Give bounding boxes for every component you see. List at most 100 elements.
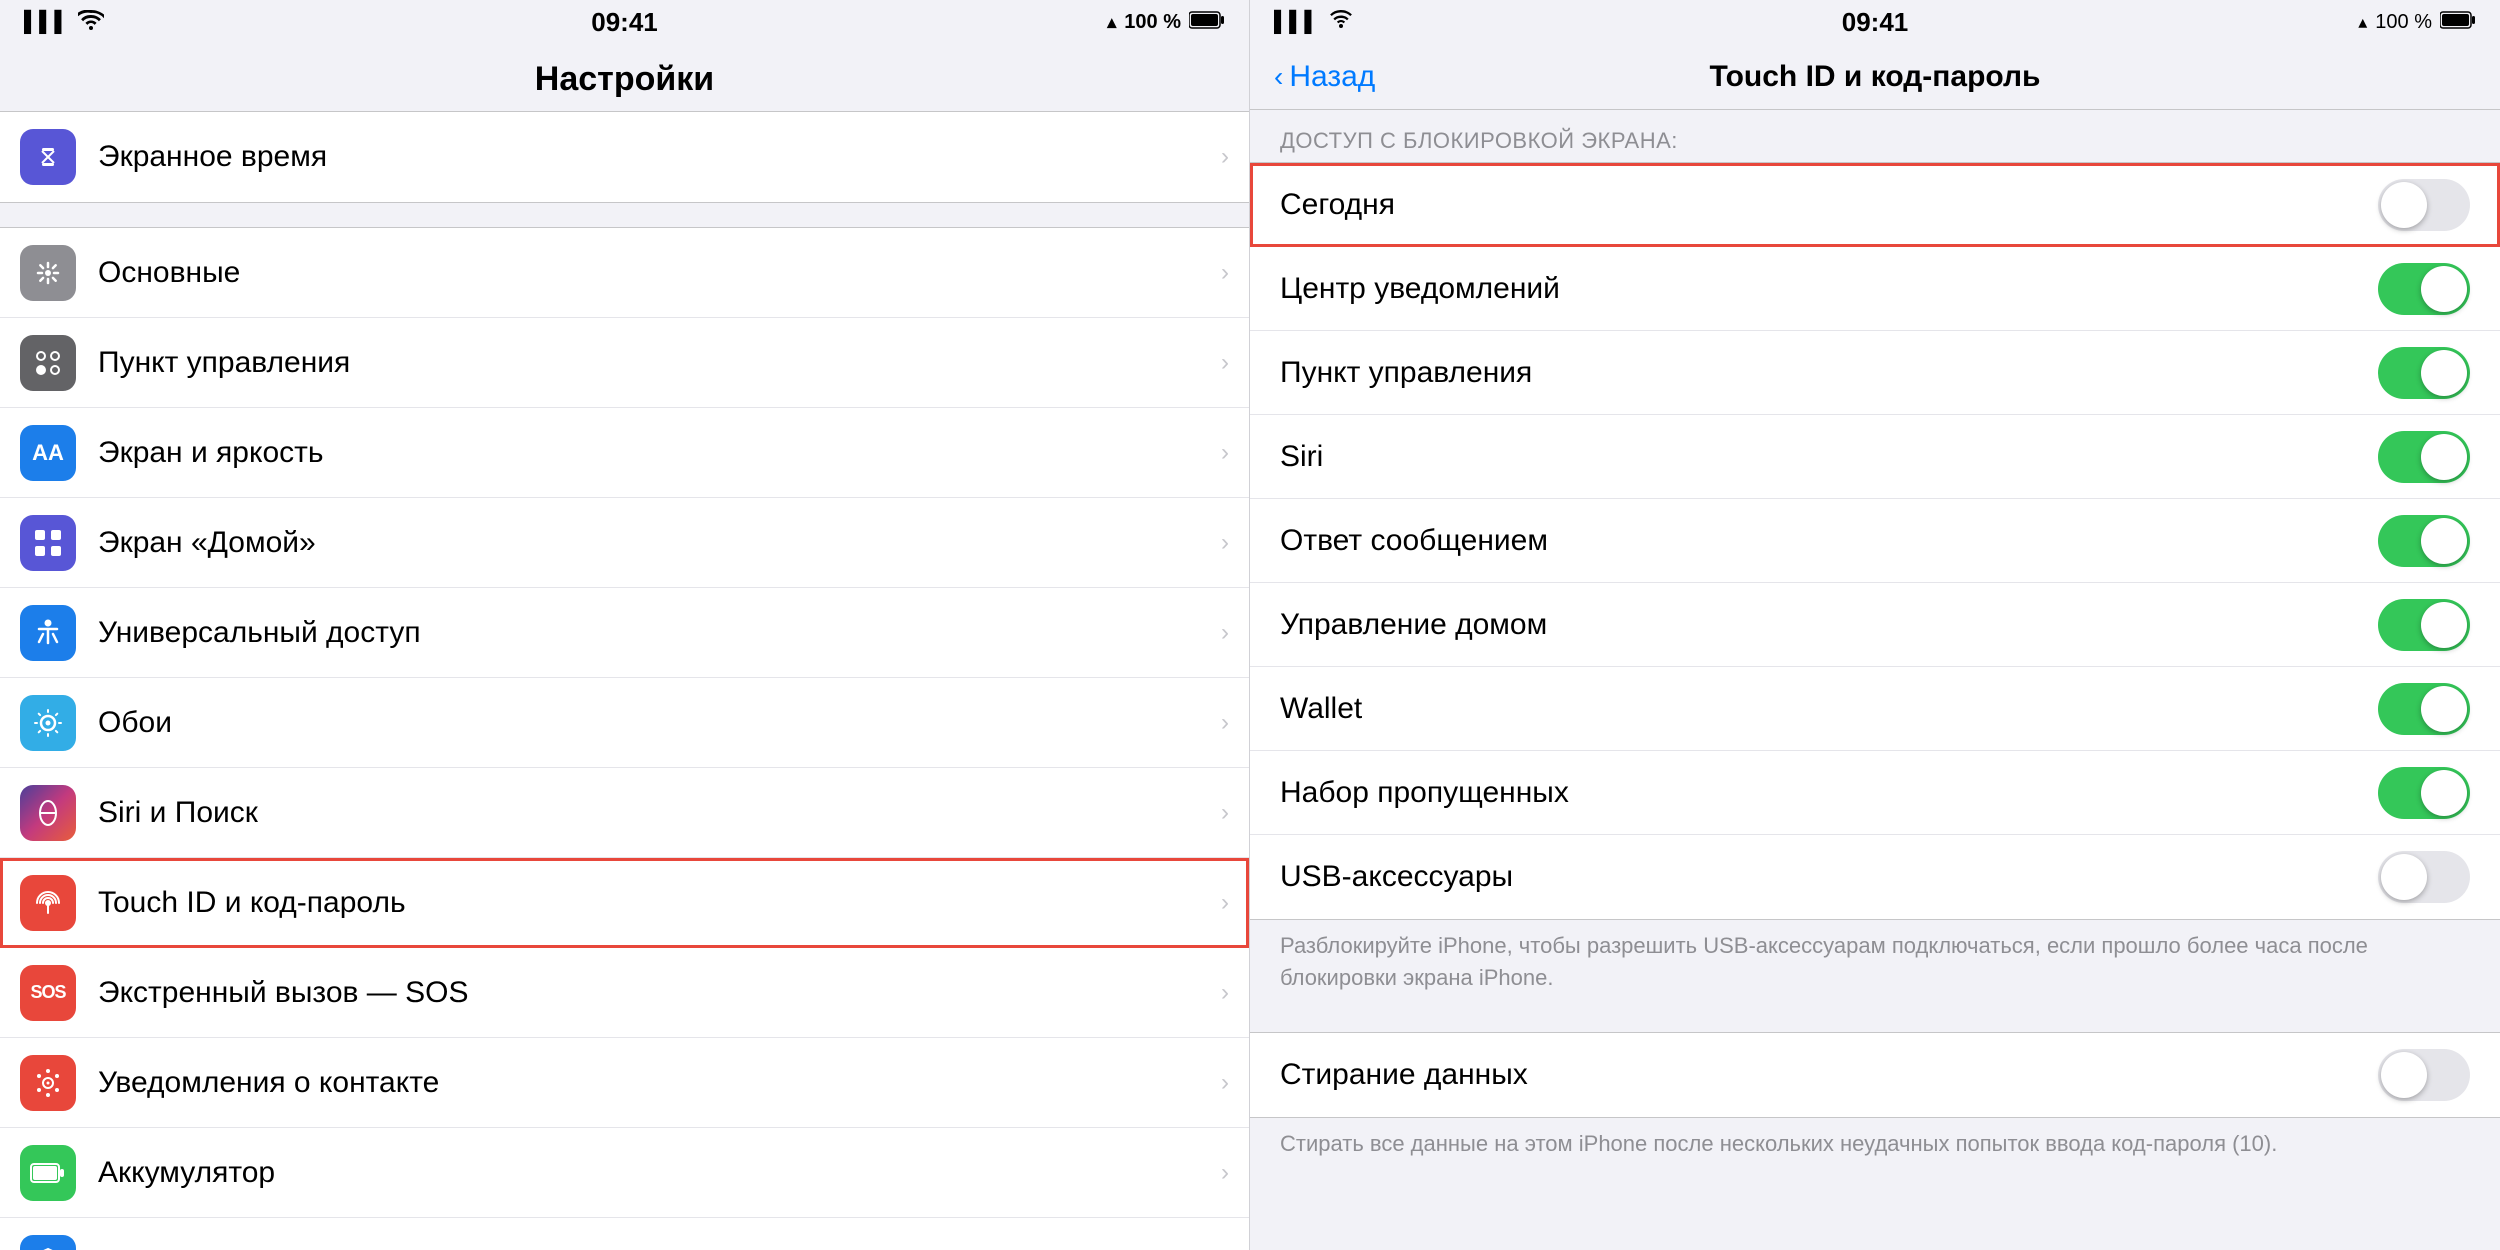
settings-item-battery[interactable]: Аккумулятор › xyxy=(0,1128,1249,1218)
right-status-left: ▌▌▌ xyxy=(1274,10,1354,35)
right-panel: ▌▌▌ 09:41 ▴ 100 % ‹ Назад Touch ID и код… xyxy=(1250,0,2500,1250)
touch-id-label: Touch ID и код-пароль xyxy=(98,886,1213,920)
settings-item-touch-id[interactable]: Touch ID и код-пароль › xyxy=(0,858,1249,948)
battery-icon xyxy=(20,1145,76,1201)
general-chevron: › xyxy=(1221,259,1229,287)
settings-item-control-center[interactable]: Пункт управления › xyxy=(0,318,1249,408)
right-nav-bar: ‹ Назад Touch ID и код-пароль xyxy=(1250,44,2500,110)
exposure-icon xyxy=(20,1055,76,1111)
accessibility-chevron: › xyxy=(1221,619,1229,647)
right-settings-group-lock: Сегодня Центр уведомлений Пункт управлен… xyxy=(1250,162,2500,920)
settings-item-siri[interactable]: Siri и Поиск › xyxy=(0,768,1249,858)
control-center-label: Пункт управления xyxy=(98,346,1213,380)
home-control-label: Управление домом xyxy=(1280,608,2378,642)
lock-screen-section-header: ДОСТУП С БЛОКИРОВКОЙ ЭКРАНА: xyxy=(1250,110,2500,162)
notifications-toggle[interactable] xyxy=(2378,263,2470,315)
home-screen-icon xyxy=(20,515,76,571)
left-page-title: Настройки xyxy=(0,44,1249,111)
left-status-left: ▌▌▌ xyxy=(24,10,104,35)
wallet-label: Wallet xyxy=(1280,692,2378,726)
sos-icon: SOS xyxy=(20,965,76,1021)
right-item-siri[interactable]: Siri xyxy=(1250,415,2500,499)
control-center-toggle[interactable] xyxy=(2378,347,2470,399)
settings-item-home-screen[interactable]: Экран «Домой» › xyxy=(0,498,1249,588)
siri-toggle[interactable] xyxy=(2378,431,2470,483)
sos-label: Экстренный вызов — SOS xyxy=(98,976,1213,1010)
settings-item-exposure[interactable]: Уведомления о контакте › xyxy=(0,1038,1249,1128)
back-button[interactable]: ‹ Назад xyxy=(1274,60,1375,94)
settings-item-accessibility[interactable]: Универсальный доступ › xyxy=(0,588,1249,678)
accessibility-label: Универсальный доступ xyxy=(98,616,1213,650)
left-wifi-icon xyxy=(78,10,104,35)
back-chevron-icon: ‹ xyxy=(1274,61,1283,93)
touch-id-icon xyxy=(20,875,76,931)
right-siri-label: Siri xyxy=(1280,440,2378,474)
right-item-reply-message[interactable]: Ответ сообщением xyxy=(1250,499,2500,583)
back-label: Назад xyxy=(1289,60,1375,94)
right-location-icon: ▴ xyxy=(2358,12,2367,33)
control-center-icon xyxy=(20,335,76,391)
reply-message-label: Ответ сообщением xyxy=(1280,524,2378,558)
right-settings-group-erase: Стирание данных xyxy=(1250,1032,2500,1118)
siri-icon xyxy=(20,785,76,841)
right-item-usb[interactable]: USB-аксессуары xyxy=(1250,835,2500,919)
usb-footer-text: Разблокируйте iPhone, чтобы разрешить US… xyxy=(1250,920,2500,1012)
today-toggle[interactable] xyxy=(2378,179,2470,231)
sos-chevron: › xyxy=(1221,979,1229,1007)
general-label: Основные xyxy=(98,256,1213,290)
settings-item-display[interactable]: AA Экран и яркость › xyxy=(0,408,1249,498)
wallpaper-label: Обои xyxy=(98,706,1213,740)
privacy-icon xyxy=(20,1235,76,1250)
touch-id-chevron: › xyxy=(1221,889,1229,917)
right-item-home-control[interactable]: Управление домом xyxy=(1250,583,2500,667)
usb-label: USB-аксессуары xyxy=(1280,860,2378,894)
home-screen-label: Экран «Домой» xyxy=(98,526,1213,560)
left-signal-icon: ▌▌▌ xyxy=(24,11,70,34)
exposure-label: Уведомления о контакте xyxy=(98,1066,1213,1100)
right-item-today[interactable]: Сегодня xyxy=(1250,163,2500,247)
erase-data-label: Стирание данных xyxy=(1280,1058,2378,1092)
right-status-right: ▴ 100 % xyxy=(2358,9,2476,35)
display-chevron: › xyxy=(1221,439,1229,467)
settings-item-screen-time[interactable]: Экранное время › xyxy=(0,112,1249,202)
right-item-erase-data[interactable]: Стирание данных xyxy=(1250,1033,2500,1117)
erase-data-toggle[interactable] xyxy=(2378,1049,2470,1101)
notifications-label: Центр уведомлений xyxy=(1280,272,2378,306)
right-item-notifications[interactable]: Центр уведомлений xyxy=(1250,247,2500,331)
right-battery-icon xyxy=(2440,9,2476,35)
privacy-label: Конфиденциальность xyxy=(98,1246,1213,1250)
left-panel: ▌▌▌ 09:41 ▴ 100 % Настройки xyxy=(0,0,1250,1250)
left-battery-text: 100 % xyxy=(1124,11,1181,34)
usb-toggle[interactable] xyxy=(2378,851,2470,903)
right-item-missed-calls[interactable]: Набор пропущенных xyxy=(1250,751,2500,835)
right-control-center-label: Пункт управления xyxy=(1280,356,2378,390)
right-item-wallet[interactable]: Wallet xyxy=(1250,667,2500,751)
left-settings-list: Экранное время › Основные › xyxy=(0,111,1249,1250)
accessibility-icon xyxy=(20,605,76,661)
left-battery-icon xyxy=(1189,9,1225,35)
gap-1 xyxy=(0,203,1249,227)
settings-group-screen-time: Экранное время › xyxy=(0,111,1249,203)
right-item-control-center[interactable]: Пункт управления xyxy=(1250,331,2500,415)
settings-item-wallpaper[interactable]: Обои › xyxy=(0,678,1249,768)
home-control-toggle[interactable] xyxy=(2378,599,2470,651)
right-gap-1 xyxy=(1250,1012,2500,1032)
screen-time-chevron: › xyxy=(1221,143,1229,171)
reply-message-toggle[interactable] xyxy=(2378,515,2470,567)
settings-item-general[interactable]: Основные › xyxy=(0,228,1249,318)
battery-chevron: › xyxy=(1221,1159,1229,1187)
right-nav-title: Touch ID и код-пароль xyxy=(1710,60,2041,94)
display-label: Экран и яркость xyxy=(98,436,1213,470)
home-screen-chevron: › xyxy=(1221,529,1229,557)
wallet-toggle[interactable] xyxy=(2378,683,2470,735)
right-status-bar: ▌▌▌ 09:41 ▴ 100 % xyxy=(1250,0,2500,44)
right-time: 09:41 xyxy=(1842,7,1909,38)
right-wifi-icon xyxy=(1328,10,1354,35)
missed-calls-label: Набор пропущенных xyxy=(1280,776,2378,810)
missed-calls-toggle[interactable] xyxy=(2378,767,2470,819)
settings-item-sos[interactable]: SOS Экстренный вызов — SOS › xyxy=(0,948,1249,1038)
battery-label: Аккумулятор xyxy=(98,1156,1213,1190)
wallpaper-chevron: › xyxy=(1221,709,1229,737)
settings-item-privacy[interactable]: Конфиденциальность › xyxy=(0,1218,1249,1250)
right-signal-icon: ▌▌▌ xyxy=(1274,11,1320,34)
